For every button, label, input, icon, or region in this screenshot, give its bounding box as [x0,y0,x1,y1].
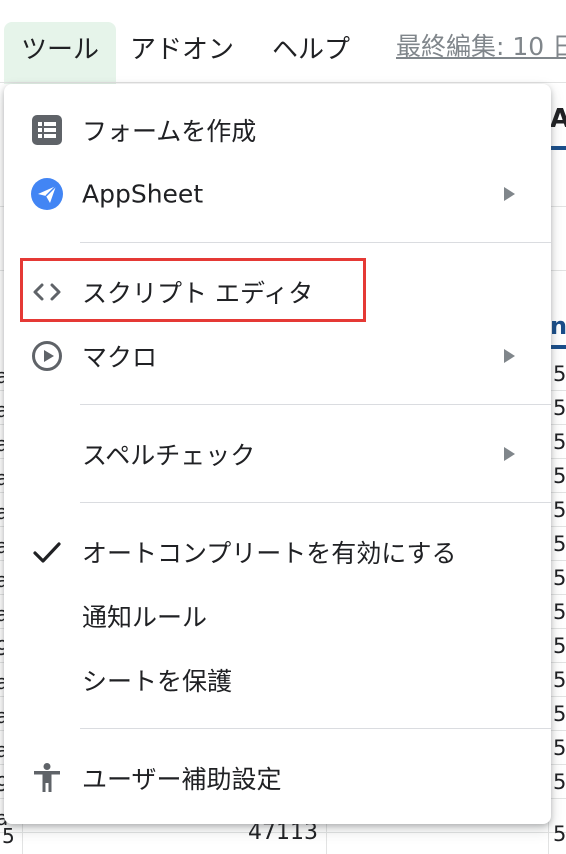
submenu-arrow-icon [504,187,515,201]
submenu-arrow-icon [504,447,515,461]
play-circle-icon [30,339,64,373]
tab-tools[interactable]: ツール [4,22,116,84]
cell-partial: 57 [553,464,566,488]
cell-partial: 57 [553,600,566,624]
tab-help[interactable]: ヘルプ [272,22,350,82]
menu-bar: ツール アドオン ヘルプ 最終編集: 10 日 [0,0,566,84]
highlight-box [20,258,366,322]
cell-partial: 57 [553,362,566,386]
menu-item-label: 通知ルール [82,603,208,632]
menu-item-spellcheck[interactable]: スペルチェック [4,426,551,482]
menu-item-accessibility[interactable]: ユーザー補助設定 [4,750,551,806]
menu-item-label: ユーザー補助設定 [82,765,282,794]
menu-item-label: オートコンプリートを有効にする [82,539,457,568]
cell-partial: 58 [553,822,566,846]
menu-item-label: スペルチェック [82,441,256,470]
menu-item-create-form[interactable]: フォームを作成 [4,102,551,158]
cell-partial: 57 [553,498,566,522]
last-edit-link[interactable]: 最終編集: 10 日 [396,22,566,72]
column-header-partial: ne [550,312,566,340]
cell-partial: 58 [553,702,566,726]
cell-partial: 58 [553,736,566,760]
form-list-icon [30,113,64,147]
grid-column-line [326,820,327,854]
column-header-partial: A [550,104,566,134]
appsheet-icon [30,177,64,211]
cell-partial: 57 [553,430,566,454]
menu-item-label: AppSheet [82,179,204,209]
tools-dropdown-menu: フォームを作成 AppSheet スクリプト エディタ マクロ スペルチェック … [4,84,551,824]
cell-partial: 58 [553,770,566,794]
menu-item-label: マクロ [82,343,158,372]
menu-item-macros[interactable]: マクロ [4,328,551,384]
menu-item-label: フォームを作成 [82,117,257,146]
cell-partial: 58 [553,668,566,692]
check-icon [30,535,64,569]
menu-item-appsheet[interactable]: AppSheet [4,166,551,222]
menu-separator [80,502,551,503]
menu-item-autocomplete[interactable]: オートコンプリートを有効にする [4,524,551,580]
menu-item-label: シートを保護 [82,667,233,696]
menu-separator [80,404,551,405]
accessibility-icon [30,761,64,795]
menu-separator [80,242,551,243]
menu-item-protect-sheet[interactable]: シートを保護 [4,652,551,708]
cell-partial: 57 [553,566,566,590]
submenu-arrow-icon [504,349,515,363]
cell-partial: 5 [2,824,15,848]
cell-partial: 57 [553,532,566,556]
menu-item-notification-rules[interactable]: 通知ルール [4,588,551,644]
menu-separator [80,728,551,729]
tab-addons[interactable]: アドオン [130,22,234,82]
cell-partial: 57 [553,634,566,658]
cell-partial: 57 [553,396,566,420]
